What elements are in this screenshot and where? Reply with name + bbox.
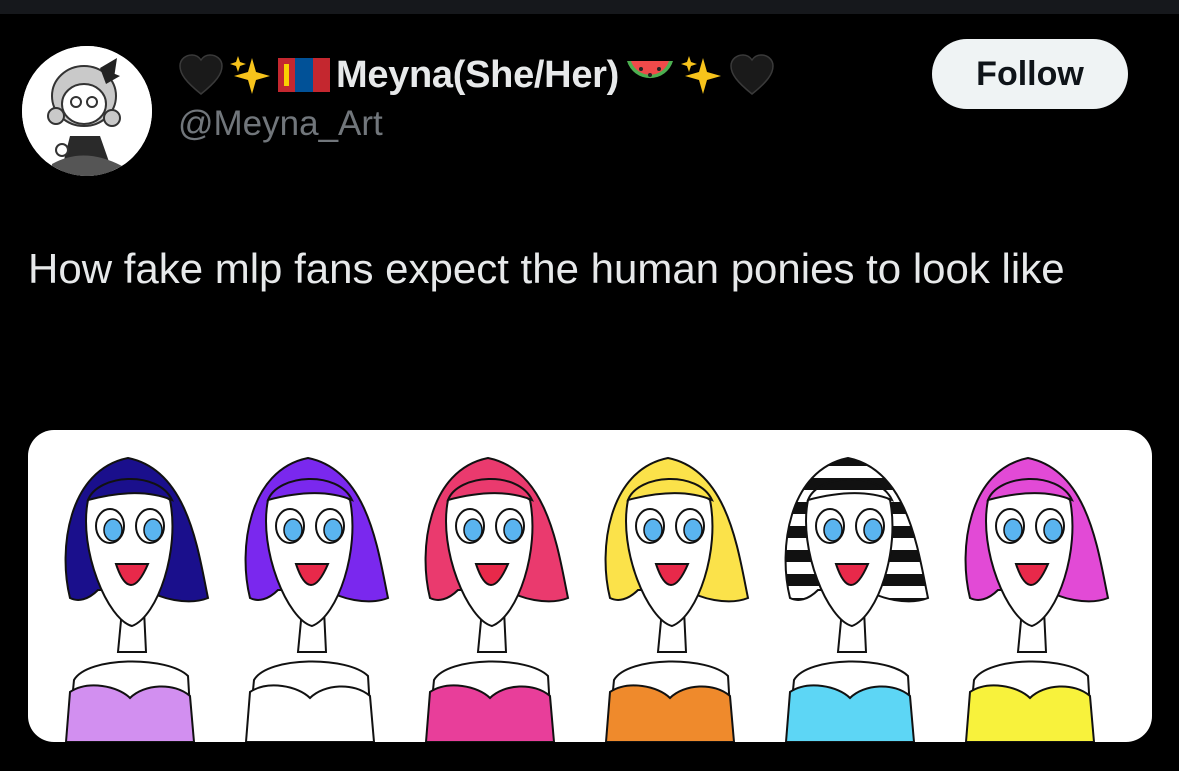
sparkles-icon bbox=[681, 54, 723, 96]
pony-figure bbox=[424, 456, 570, 742]
follow-button[interactable]: Follow bbox=[932, 39, 1128, 109]
mongolia-flag-icon bbox=[278, 58, 330, 92]
sparkles-icon bbox=[230, 54, 272, 96]
avatar-icon bbox=[22, 46, 152, 176]
avatar[interactable] bbox=[22, 46, 152, 176]
tweet-text: How fake mlp fans expect the human ponie… bbox=[28, 245, 1065, 292]
author-handle[interactable]: @Meyna_Art bbox=[178, 104, 383, 144]
author-name-row[interactable]: Meyna(She/Her) bbox=[178, 50, 775, 100]
status-bar-strip bbox=[0, 0, 1179, 14]
pony-figure bbox=[964, 456, 1110, 742]
watermelon-icon bbox=[625, 55, 675, 95]
black-heart-icon bbox=[178, 54, 224, 96]
pony-figures-illustration bbox=[64, 456, 1110, 742]
pony-figure bbox=[784, 456, 930, 742]
black-heart-icon bbox=[729, 54, 775, 96]
pony-figure bbox=[244, 456, 390, 742]
display-name: Meyna(She/Her) bbox=[336, 53, 619, 96]
tweet-media-image[interactable] bbox=[28, 430, 1152, 742]
pony-figure bbox=[64, 456, 210, 742]
pony-figure bbox=[604, 456, 750, 742]
